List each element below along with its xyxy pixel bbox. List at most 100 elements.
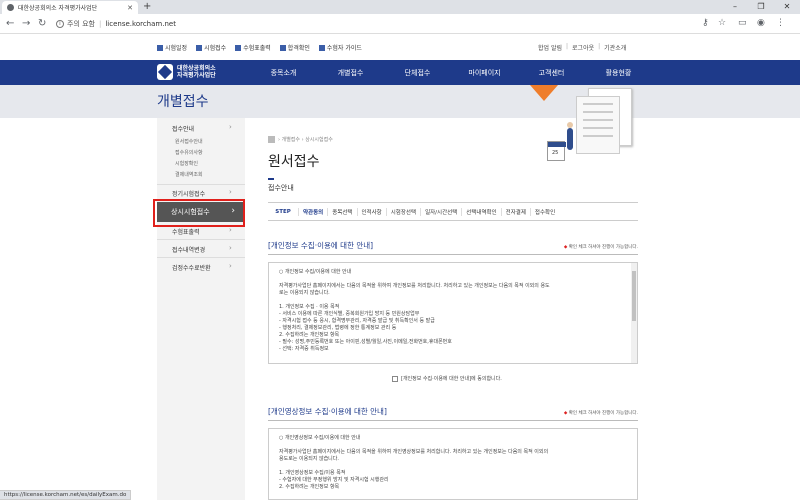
gnb-item-usage[interactable]: 활용현황 <box>585 68 652 78</box>
gnb-item-individual[interactable]: 개별접수 <box>317 68 384 78</box>
page-subtitle: 접수안내 <box>268 184 294 192</box>
gnb-item-intro[interactable]: 종목소개 <box>250 68 317 78</box>
step-item-select: 종목선택 <box>327 207 356 216</box>
org-intro-link[interactable]: 기관소개 <box>604 43 626 52</box>
hero-triangle-decoration <box>530 85 558 101</box>
step-datetime: 일자/시간선택 <box>420 207 461 216</box>
lnb-sub-apply-guide[interactable]: 원서접수안내 <box>175 138 203 145</box>
utility-bar: 시험일정 시험접수 수험표출력 합격확인 수험자 가이드 합업 알림 | 로그아… <box>0 34 800 60</box>
browser-tab-title: 대한상공회의소 자격평가사업단 <box>18 5 98 12</box>
new-tab-button[interactable]: + <box>143 1 151 12</box>
lnb-group-refund[interactable]: 검정수수료반환 <box>172 263 211 272</box>
forward-icon[interactable]: → <box>22 18 30 29</box>
logo-text: 대한상공회의소 자격평가사업단 <box>177 65 216 79</box>
favicon-icon <box>7 4 14 11</box>
agree-checkbox[interactable] <box>392 375 398 382</box>
hero-banner: 개별접수 <box>0 85 800 118</box>
pass-alert-link[interactable]: 합업 알림 <box>538 43 562 52</box>
video-terms-box[interactable]: ○ 개인영상정보 수집/이용에 대한 안내 자격평가사업단 홈페이지에서는 다음… <box>268 428 638 500</box>
divider <box>157 184 245 185</box>
lnb-group-admission[interactable]: 수험표출력 <box>172 227 200 236</box>
left-sidebar: 접수안내 › 원서접수안내 접수유의사항 시험장확인 결제내역조회 정기시험접수… <box>157 118 245 500</box>
divider <box>268 420 638 421</box>
required-note: ◆ 확인 체크 하셔야 진행이 가능합니다. <box>563 245 638 250</box>
logo-mark-icon <box>157 64 173 80</box>
util-admission-print[interactable]: 수험표출력 <box>235 43 271 52</box>
page-title: 원서접수 <box>268 154 320 170</box>
step-complete: 접수확인 <box>529 207 559 216</box>
util-exam-schedule[interactable]: 시험일정 <box>157 43 187 52</box>
privacy-agree[interactable]: [개인정보 수집·이용에 대한 안내]에 동의합니다. <box>392 375 502 382</box>
lnb-sub-notice[interactable]: 접수유의사항 <box>175 149 203 156</box>
highlight-box <box>153 199 245 227</box>
title-accent <box>268 178 274 180</box>
calendar-illustration: 25 <box>547 141 566 161</box>
minimize-icon[interactable]: – <box>722 0 748 14</box>
back-icon[interactable]: ← <box>6 18 14 29</box>
cast-icon[interactable]: ▭ <box>738 18 747 28</box>
lnb-group-guide[interactable]: 접수안내 <box>172 124 194 133</box>
reload-icon[interactable]: ↻ <box>38 18 46 29</box>
print-icon <box>235 44 242 51</box>
close-tab-icon[interactable]: ✕ <box>127 4 133 12</box>
breadcrumb: › 개별접수 › 상시시험접수 <box>268 136 333 143</box>
section-title-privacy: [개인정보 수집·이용에 대한 안내] <box>268 241 374 250</box>
logout-link[interactable]: 로그아웃 <box>572 43 594 52</box>
divider: | <box>598 43 601 50</box>
person-illustration <box>567 122 573 150</box>
global-nav: 대한상공회의소 자격평가사업단 종목소개 개별접수 단체접수 마이페이지 고객센… <box>0 60 800 85</box>
privacy-terms-box[interactable]: ○ 개인정보 수집/이용에 대한 안내 자격평가사업단 홈페이지에서는 다음의 … <box>268 262 638 364</box>
site-logo[interactable]: 대한상공회의소 자격평가사업단 <box>157 64 216 80</box>
bookmark-star-icon[interactable]: ☆ <box>718 18 726 28</box>
step-venue: 시험장선택 <box>385 207 420 216</box>
lnb-group-regular[interactable]: 정기시험접수 <box>172 189 205 198</box>
lnb-group-change[interactable]: 접수내역변경 <box>172 245 205 254</box>
url-text: license.korcham.net <box>105 20 176 28</box>
lnb-sub-payment[interactable]: 결제내역조회 <box>175 171 203 178</box>
step-personal-info: 인적사항 <box>356 207 386 216</box>
maximize-icon[interactable]: ❐ <box>748 0 774 14</box>
window-controls: – ❐ ✕ <box>722 0 800 14</box>
step-confirm-selection: 선택내역확인 <box>461 207 500 216</box>
menu-icon[interactable]: ⋮ <box>776 18 785 28</box>
util-exam-apply[interactable]: 시험접수 <box>196 43 226 52</box>
gnb-item-support[interactable]: 고객센터 <box>518 68 585 78</box>
profile-icon[interactable]: ◉ <box>757 18 765 28</box>
close-window-icon[interactable]: ✕ <box>774 0 800 14</box>
breadcrumb-item[interactable]: 상시시험접수 <box>305 136 333 143</box>
divider: | <box>566 43 569 50</box>
security-label: 주의 요함 <box>67 20 95 28</box>
key-icon[interactable]: ⚷ <box>702 18 709 28</box>
agree-label[interactable]: [개인정보 수집·이용에 대한 안내]에 동의합니다. <box>401 375 502 382</box>
chevron-right-icon: › <box>229 244 232 252</box>
browser-tab[interactable]: 대한상공회의소 자격평가사업단 ✕ <box>2 1 138 14</box>
step-payment: 전자결제 <box>500 207 530 216</box>
status-bar-url: https://license.korcham.net/es/dailyExam… <box>0 490 132 500</box>
home-icon[interactable] <box>268 136 275 143</box>
info-icon[interactable]: i <box>56 20 64 28</box>
util-pass-check[interactable]: 합격확인 <box>279 43 310 52</box>
document-illustration <box>576 96 620 154</box>
section-title-video: [개인영상정보 수집·이용에 대한 안내] <box>268 407 387 416</box>
utility-nav: 시험일정 시험접수 수험표출력 합격확인 수험자 가이드 <box>157 43 362 52</box>
chevron-right-icon: › <box>229 123 232 131</box>
apply-icon <box>196 44 203 51</box>
gnb-item-group[interactable]: 단체접수 <box>384 68 451 78</box>
address-bar[interactable]: i 주의 요함 | license.korcham.net <box>56 17 736 31</box>
divider <box>268 254 638 255</box>
calendar-icon <box>157 44 163 51</box>
breadcrumb-item[interactable]: 개별접수 <box>282 136 300 143</box>
step-terms: 약관동의 <box>298 207 327 216</box>
scrollbar[interactable] <box>631 263 637 363</box>
chevron-right-icon: › <box>229 226 232 234</box>
step-indicator: STEP 약관동의 종목선택 인적사항 시험장선택 일자/시간선택 선택내역확인… <box>268 202 638 221</box>
util-guide[interactable]: 수험자 가이드 <box>318 43 362 52</box>
search-icon <box>279 44 286 51</box>
gnb-item-mypage[interactable]: 마이페이지 <box>451 68 518 78</box>
lnb-sub-venue[interactable]: 시험장확인 <box>175 160 198 167</box>
gnb-menu: 종목소개 개별접수 단체접수 마이페이지 고객센터 활용현황 <box>250 60 652 85</box>
step-label: STEP <box>275 208 291 215</box>
divider <box>157 257 245 258</box>
divider: | <box>99 20 102 28</box>
chevron-right-icon: › <box>229 188 232 196</box>
